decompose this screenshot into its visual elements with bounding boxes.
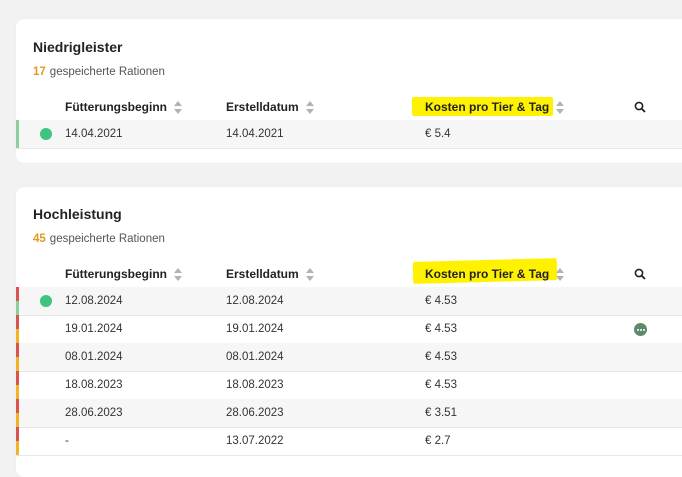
cell-created: 14.04.2021	[226, 128, 284, 140]
table-row[interactable]: 28.06.2023 28.06.2023 € 3.51	[16, 399, 682, 428]
cell-cost: € 4.53	[425, 379, 457, 391]
cell-feeding-start: 18.08.2023	[65, 379, 123, 391]
cell-cost: € 5.4	[425, 128, 451, 140]
sort-icon[interactable]	[174, 268, 183, 282]
table-row[interactable]: 12.08.2024 12.08.2024 € 4.53	[16, 287, 682, 316]
saved-count-label: gespeicherte Rationen	[49, 66, 165, 78]
cell-feeding-start: 14.04.2021	[65, 128, 123, 140]
column-header-feeding-start[interactable]: Fütterungsbeginn	[65, 100, 183, 115]
cell-cost: € 4.53	[425, 351, 457, 363]
magnifier-icon[interactable]	[634, 101, 646, 113]
row-status-stripe	[16, 287, 19, 315]
table-row[interactable]: 19.01.2024 19.01.2024 € 4.53	[16, 315, 682, 344]
ration-group-card-hochleistung: Hochleistung 45 gespeicherte Rationen Füt…	[16, 187, 682, 477]
sort-icon[interactable]	[305, 101, 315, 115]
row-status-stripe	[16, 343, 19, 371]
sort-icon[interactable]	[556, 268, 565, 282]
active-status-dot	[40, 128, 52, 140]
column-header-cost[interactable]: Kosten pro Tier & Tag	[425, 267, 565, 282]
table-row[interactable]: - 13.07.2022 € 2.7	[16, 427, 682, 456]
sort-icon[interactable]	[174, 101, 183, 115]
cell-feeding-start: -	[65, 435, 69, 447]
cell-cost: € 2.7	[425, 435, 451, 447]
active-status-dot	[40, 295, 52, 307]
table-header: Fütterungsbeginn Erstelldatum Kosten pro…	[16, 94, 682, 121]
cell-created: 08.01.2024	[226, 351, 284, 363]
cell-cost: € 4.53	[425, 295, 457, 307]
saved-count-label: gespeicherte Rationen	[49, 233, 165, 245]
ration-group-card-niedrigleister: Niedrigleister 17 gespeicherte Rationen F…	[16, 19, 682, 163]
row-status-stripe	[16, 120, 19, 148]
cell-created: 13.07.2022	[226, 435, 284, 447]
cell-cost: € 3.51	[425, 407, 457, 419]
cell-created: 18.08.2023	[226, 379, 284, 391]
saved-count-number: 17	[33, 66, 46, 78]
card-title: Niedrigleister	[33, 39, 123, 55]
column-header-created[interactable]: Erstelldatum	[226, 267, 315, 282]
cell-created: 12.08.2024	[226, 295, 284, 307]
saved-count: 17 gespeicherte Rationen	[33, 66, 165, 78]
cell-created: 19.01.2024	[226, 323, 284, 335]
table-row[interactable]: 18.08.2023 18.08.2023 € 4.53	[16, 371, 682, 400]
row-status-stripe	[16, 427, 19, 455]
cell-feeding-start: 08.01.2024	[65, 351, 123, 363]
sort-icon[interactable]	[556, 101, 565, 115]
cell-feeding-start: 12.08.2024	[65, 295, 123, 307]
cell-created: 28.06.2023	[226, 407, 284, 419]
row-status-stripe	[16, 371, 19, 399]
cell-feeding-start: 19.01.2024	[65, 323, 123, 335]
saved-count: 45 gespeicherte Rationen	[33, 233, 165, 245]
cell-feeding-start: 28.06.2023	[65, 407, 123, 419]
table-header: Fütterungsbeginn Erstelldatum Kosten pro…	[16, 258, 682, 288]
table-row[interactable]: 14.04.2021 14.04.2021 € 5.4	[16, 120, 682, 149]
table-row[interactable]: 08.01.2024 08.01.2024 € 4.53	[16, 343, 682, 372]
sort-icon[interactable]	[305, 268, 315, 282]
row-status-stripe	[16, 399, 19, 427]
card-title: Hochleistung	[33, 206, 122, 222]
saved-count-number: 45	[33, 233, 46, 245]
column-header-feeding-start[interactable]: Fütterungsbeginn	[65, 267, 183, 282]
cell-cost: € 4.53	[425, 323, 457, 335]
more-options-icon[interactable]	[634, 323, 647, 336]
column-header-cost[interactable]: Kosten pro Tier & Tag	[425, 100, 565, 115]
row-status-stripe	[16, 315, 19, 343]
column-header-created[interactable]: Erstelldatum	[226, 100, 315, 115]
magnifier-icon[interactable]	[634, 268, 646, 280]
